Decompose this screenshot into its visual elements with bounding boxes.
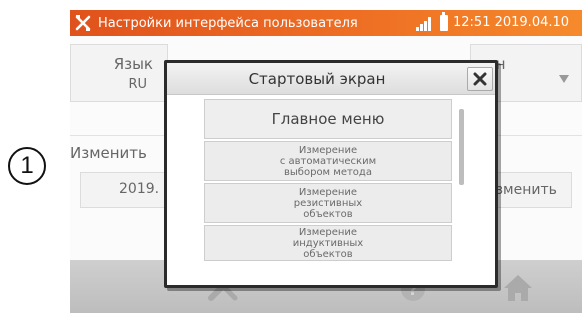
signal-icon [416,17,432,31]
clock-datetime: 12:51 2019.04.10 [453,15,570,30]
settings-screen-title: Настройки интерфейса пользователя [98,15,358,31]
chevron-down-icon [559,75,569,83]
tools-logo-icon [70,10,96,36]
status-bar: Настройки интерфейса пользователя 12:51 … [70,10,582,36]
option-auto-measurement[interactable]: Измерение с автоматическим выбором метод… [204,141,452,181]
close-icon [473,72,487,86]
dialog-header: Стартовый экран [167,63,495,95]
scrollbar[interactable] [459,109,464,185]
step-number-marker: 1 [8,147,46,185]
option-inductive-measurement[interactable]: Измерение индуктивных объектов [204,225,452,261]
device-screen: Настройки интерфейса пользователя 12:51 … [70,10,582,313]
date-value: 2019. [119,181,160,197]
start-screen-dialog: Стартовый экран Главное меню Измерение с… [164,60,498,288]
option-main-menu[interactable]: Главное меню [204,99,452,139]
language-setting[interactable]: Язык RU [70,44,168,102]
dialog-title: Стартовый экран [248,70,386,88]
language-label: Язык [113,55,153,73]
battery-icon [440,12,448,31]
option-resistive-measurement[interactable]: Измерение резистивных объектов [204,183,452,223]
start-screen-options: Главное меню Измерение с автоматическим … [204,99,452,263]
language-value: RU [128,77,147,92]
home-icon[interactable] [502,272,534,308]
change-datetime-label: Изменить [70,144,147,162]
close-button[interactable] [467,67,493,91]
